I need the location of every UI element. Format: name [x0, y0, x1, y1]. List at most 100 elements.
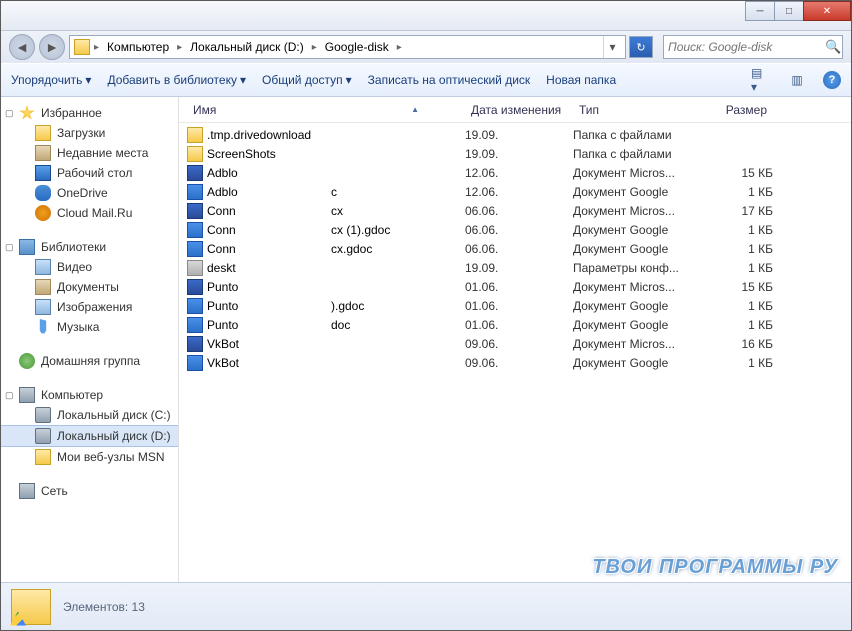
- refresh-button[interactable]: ↻: [629, 36, 653, 58]
- file-name: Adblo: [207, 185, 238, 199]
- chevron-right-icon[interactable]: ▸: [92, 42, 101, 53]
- word-icon: [187, 336, 203, 352]
- file-name: Conn: [207, 242, 236, 256]
- file-row[interactable]: Adbloc12.06.Документ Google1 КБ: [179, 182, 851, 201]
- burn-button[interactable]: Записать на оптический диск: [368, 73, 531, 87]
- new-folder-button[interactable]: Новая папка: [546, 73, 616, 87]
- collapse-icon[interactable]: ▢: [5, 108, 14, 119]
- crumb-computer[interactable]: Компьютер: [103, 40, 173, 54]
- search-box[interactable]: 🔍: [663, 35, 843, 59]
- search-input[interactable]: [668, 40, 825, 54]
- search-icon[interactable]: 🔍: [825, 39, 841, 55]
- preview-pane-icon[interactable]: ▥: [787, 70, 807, 90]
- column-header-type[interactable]: Тип: [573, 103, 703, 117]
- file-row[interactable]: Punto01.06.Документ Micros...15 КБ: [179, 277, 851, 296]
- collapse-icon[interactable]: ▢: [5, 390, 14, 401]
- column-header-size[interactable]: Размер: [703, 103, 773, 117]
- folder-icon: [35, 449, 51, 465]
- sidebar-libraries[interactable]: ▢Библиотеки: [1, 237, 178, 257]
- gdoc-icon: [187, 222, 203, 238]
- sidebar-network[interactable]: Сеть: [1, 481, 178, 501]
- file-size: 1 КБ: [703, 185, 773, 199]
- sidebar-item-images[interactable]: Изображения: [1, 297, 178, 317]
- file-name: Punto: [207, 318, 238, 332]
- sidebar-item-documents[interactable]: Документы: [1, 277, 178, 297]
- file-list[interactable]: .tmp.drivedownload19.09.Папка с файламиS…: [179, 123, 851, 582]
- crumb-google-disk[interactable]: Google-disk: [321, 40, 393, 54]
- folder-icon: [187, 146, 203, 162]
- video-icon: [35, 259, 51, 275]
- back-button[interactable]: ◄: [9, 34, 35, 60]
- chevron-right-icon[interactable]: ▸: [310, 42, 319, 53]
- chevron-right-icon[interactable]: ▸: [175, 42, 184, 53]
- gdoc-icon: [187, 241, 203, 257]
- minimize-button[interactable]: ─: [745, 1, 775, 21]
- close-button[interactable]: ✕: [803, 1, 851, 21]
- file-date: 19.09.: [465, 261, 573, 275]
- file-row[interactable]: .tmp.drivedownload19.09.Папка с файлами: [179, 125, 851, 144]
- sidebar-homegroup[interactable]: Домашняя группа: [1, 351, 178, 371]
- sidebar-item-video[interactable]: Видео: [1, 257, 178, 277]
- collapse-icon[interactable]: ▢: [5, 242, 14, 253]
- sidebar-item-drive-c[interactable]: Локальный диск (C:): [1, 405, 178, 425]
- crumb-drive-d[interactable]: Локальный диск (D:): [186, 40, 308, 54]
- file-type: Документ Google: [573, 223, 703, 237]
- maximize-button[interactable]: □: [774, 1, 804, 21]
- sidebar-item-music[interactable]: Музыка: [1, 317, 178, 337]
- watermark: ТВОИ ПРОГРАММЫ РУ: [592, 556, 838, 579]
- column-header-date[interactable]: Дата изменения: [465, 103, 573, 117]
- sidebar-computer[interactable]: ▢Компьютер: [1, 385, 178, 405]
- file-date: 12.06.: [465, 185, 573, 199]
- file-date: 06.06.: [465, 204, 573, 218]
- chevron-right-icon[interactable]: ▸: [395, 42, 404, 53]
- titlebar: ─ □ ✕: [1, 1, 851, 31]
- forward-button[interactable]: ►: [39, 34, 65, 60]
- file-row[interactable]: Conncx.gdoc06.06.Документ Google1 КБ: [179, 239, 851, 258]
- folder-icon: [74, 39, 90, 55]
- sidebar-item-desktop[interactable]: Рабочий стол: [1, 163, 178, 183]
- file-row[interactable]: Conncx06.06.Документ Micros...17 КБ: [179, 201, 851, 220]
- file-row[interactable]: ScreenShots19.09.Папка с файлами: [179, 144, 851, 163]
- help-icon[interactable]: ?: [823, 71, 841, 89]
- view-options-icon[interactable]: ▤ ▾: [751, 70, 771, 90]
- share-menu[interactable]: Общий доступ ▾: [262, 73, 352, 87]
- word-icon: [187, 279, 203, 295]
- file-name-ext: cx: [331, 204, 465, 218]
- sidebar-favorites[interactable]: ▢Избранное: [1, 103, 178, 123]
- address-dropdown[interactable]: ▾: [603, 36, 621, 58]
- file-name: VkBot: [207, 337, 239, 351]
- explorer-window: ─ □ ✕ ◄ ► ▸ Компьютер ▸ Локальный диск (…: [0, 0, 852, 631]
- status-text: Элементов: 13: [63, 600, 145, 614]
- sidebar-item-msn[interactable]: Мои веб-узлы MSN: [1, 447, 178, 467]
- file-row[interactable]: Adblo12.06.Документ Micros...15 КБ: [179, 163, 851, 182]
- sidebar-item-onedrive[interactable]: OneDrive: [1, 183, 178, 203]
- file-row[interactable]: VkBot09.06.Документ Micros...16 КБ: [179, 334, 851, 353]
- file-type: Документ Micros...: [573, 280, 703, 294]
- gdoc-icon: [187, 184, 203, 200]
- sidebar-item-downloads[interactable]: Загрузки: [1, 123, 178, 143]
- file-row[interactable]: deskt19.09.Параметры конф...1 КБ: [179, 258, 851, 277]
- file-row[interactable]: Puntodoc01.06.Документ Google1 КБ: [179, 315, 851, 334]
- recent-icon: [35, 145, 51, 161]
- sidebar-item-drive-d[interactable]: Локальный диск (D:): [1, 425, 178, 447]
- sidebar-item-cloudmail[interactable]: Cloud Mail.Ru: [1, 203, 178, 223]
- documents-icon: [35, 279, 51, 295]
- file-type: Папка с файлами: [573, 147, 703, 161]
- drive-icon: [35, 428, 51, 444]
- add-library-menu[interactable]: Добавить в библиотеку ▾: [107, 73, 246, 87]
- sidebar-item-recent[interactable]: Недавние места: [1, 143, 178, 163]
- gdoc-icon: [187, 355, 203, 371]
- onedrive-icon: [35, 185, 51, 201]
- file-row[interactable]: Conncx (1).gdoc06.06.Документ Google1 КБ: [179, 220, 851, 239]
- file-type: Документ Google: [573, 242, 703, 256]
- file-name: Adblo: [207, 166, 238, 180]
- organize-menu[interactable]: Упорядочить ▾: [11, 73, 91, 87]
- file-row[interactable]: Punto).gdoc01.06.Документ Google1 КБ: [179, 296, 851, 315]
- network-icon: [19, 483, 35, 499]
- file-row[interactable]: VkBot09.06.Документ Google1 КБ: [179, 353, 851, 372]
- nav-bar: ◄ ► ▸ Компьютер ▸ Локальный диск (D:) ▸ …: [1, 31, 851, 63]
- file-date: 09.06.: [465, 337, 573, 351]
- column-header-name[interactable]: Имя▲: [187, 103, 465, 117]
- file-size: 1 КБ: [703, 318, 773, 332]
- address-bar[interactable]: ▸ Компьютер ▸ Локальный диск (D:) ▸ Goog…: [69, 35, 626, 59]
